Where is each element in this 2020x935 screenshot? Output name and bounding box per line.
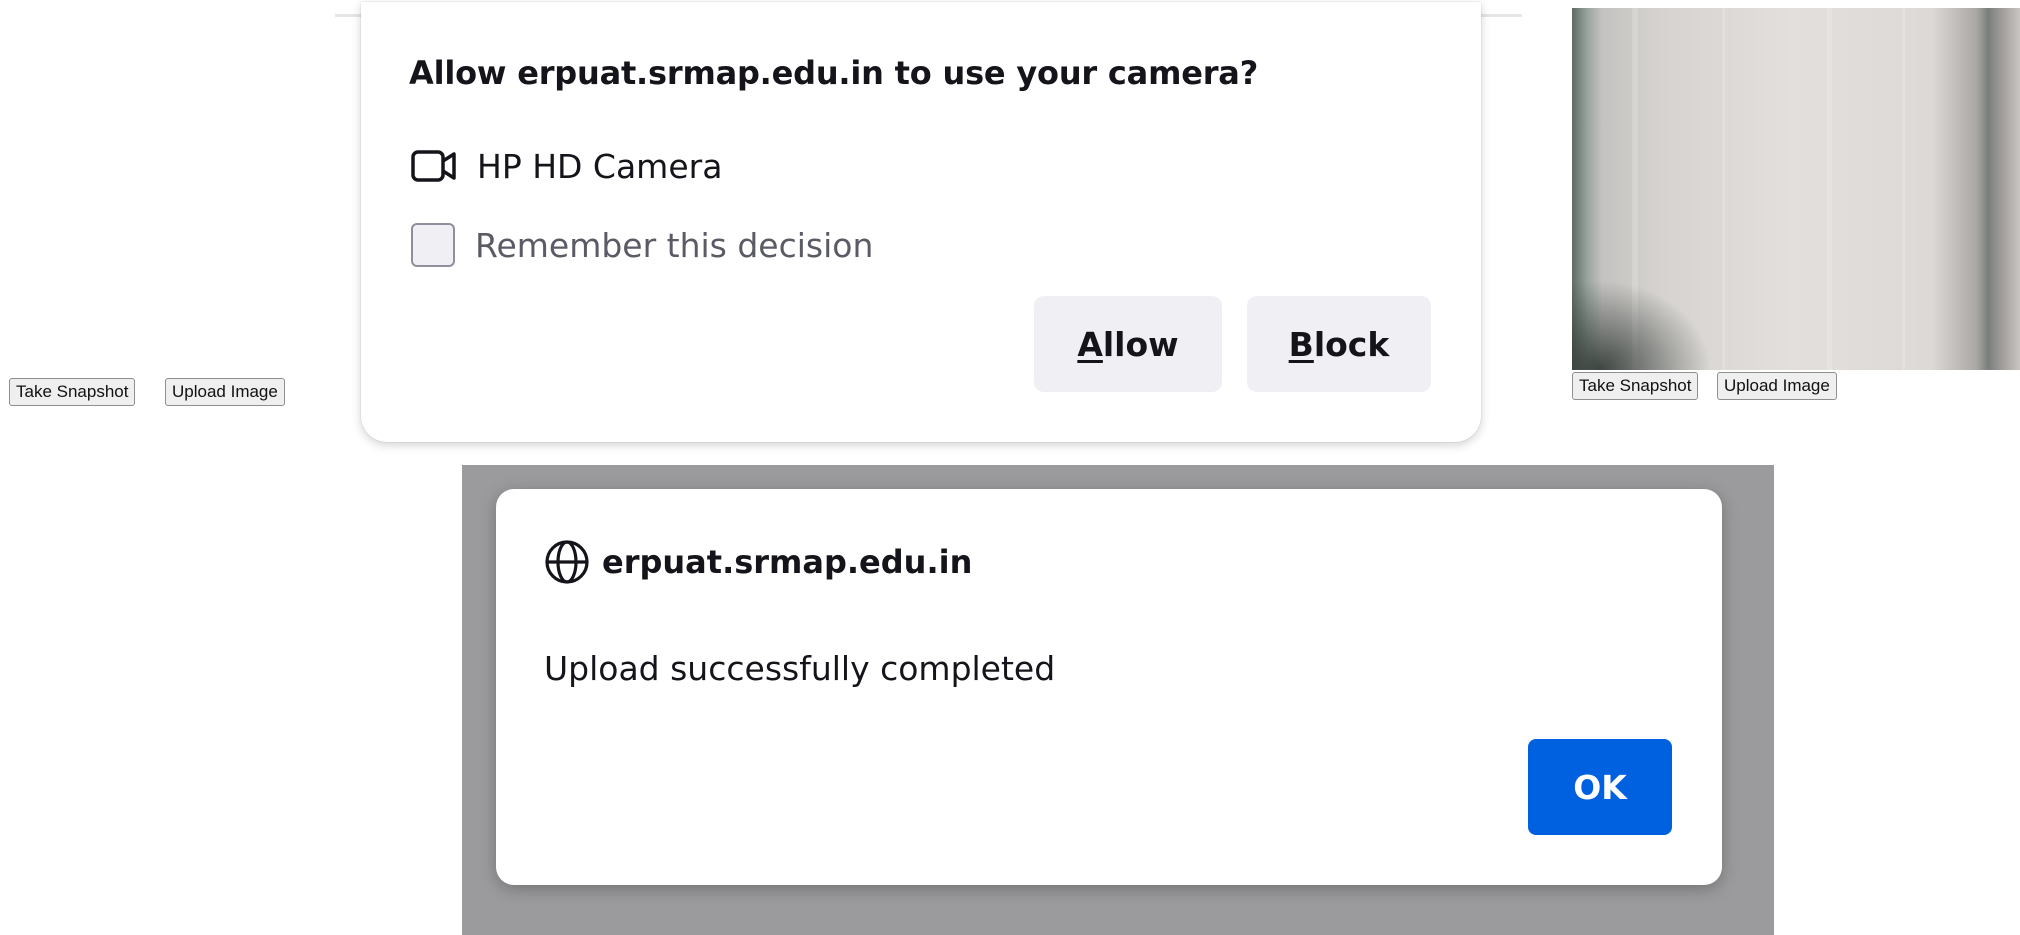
camera-preview (1572, 8, 2020, 370)
camera-permission-panel: Allow erpuat.srmap.edu.in to use your ca… (361, 2, 1481, 442)
alert-dialog: erpuat.srmap.edu.in Upload successfully … (496, 489, 1722, 885)
allow-button[interactable]: Allow (1034, 296, 1222, 392)
camera-device-row: HP HD Camera (411, 144, 722, 188)
globe-icon (545, 540, 589, 584)
block-accesskey: B (1288, 324, 1314, 364)
alert-origin-text: erpuat.srmap.edu.in (602, 543, 973, 581)
remember-decision-checkbox[interactable] (411, 223, 455, 267)
permission-title: Allow erpuat.srmap.edu.in to use your ca… (409, 54, 1259, 92)
remember-decision-label[interactable]: Remember this decision (475, 226, 873, 265)
take-snapshot-button[interactable]: Take Snapshot (9, 378, 136, 406)
ok-button[interactable]: OK (1528, 739, 1672, 835)
alert-message: Upload successfully completed (544, 649, 1056, 688)
upload-image-button[interactable]: Upload Image (165, 378, 285, 406)
camera-icon (411, 150, 456, 182)
allow-label: llow (1102, 324, 1179, 364)
camera-take-snapshot-button[interactable]: Take Snapshot (1572, 372, 1699, 400)
block-label: lock (1313, 324, 1390, 364)
alert-origin: erpuat.srmap.edu.in (544, 539, 972, 585)
camera-upload-image-button[interactable]: Upload Image (1717, 372, 1837, 400)
block-button[interactable]: Block (1247, 296, 1431, 392)
allow-accesskey: A (1077, 324, 1103, 364)
remember-decision-row[interactable]: Remember this decision (411, 220, 873, 270)
camera-device-label: HP HD Camera (477, 146, 723, 186)
